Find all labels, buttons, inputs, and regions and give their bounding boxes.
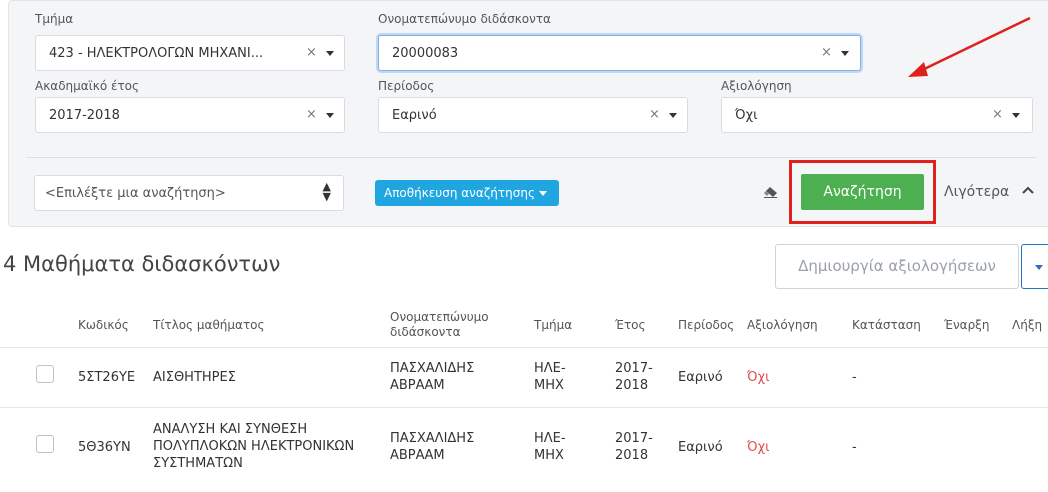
clear-icon[interactable]: × <box>649 107 660 122</box>
year-select[interactable]: 2017-2018 × <box>35 97 345 133</box>
clear-icon[interactable]: × <box>306 45 317 60</box>
cell-period: Εαρινό <box>678 370 723 385</box>
save-search-button[interactable]: Αποθήκευση αναζήτησης <box>375 180 559 206</box>
header-status: Κατάσταση <box>852 318 921 332</box>
instructor-select[interactable]: 20000083 × <box>378 35 861 71</box>
table-row[interactable]: 5ΣΤ26ΥΕ ΑΙΣΘΗΤΗΡΕΣ ΠΑΣΧΑΛΙΔΗΣ ΑΒΡΑΑΜ ΗΛΕ… <box>0 347 1048 407</box>
cell-status: - <box>852 440 857 455</box>
header-instructor: Ονοματεπώνυμο διδάσκοντα <box>390 310 489 339</box>
header-evaluation: Αξιολόγηση <box>747 318 818 332</box>
period-value: Εαρινό <box>392 108 437 123</box>
toggle-filters-label: Λιγότερα <box>944 184 1010 200</box>
row-checkbox[interactable] <box>36 435 54 453</box>
evaluation-value: Όχι <box>735 108 758 123</box>
cell-evaluation: Όχι <box>747 370 770 385</box>
cell-instructor: ΠΑΣΧΑΛΙΔΗΣ ΑΒΡΑΑΜ <box>390 361 475 393</box>
cell-evaluation: Όχι <box>747 440 770 455</box>
department-select[interactable]: 423 - ΗΛΕΚΤΡΟΛΟΓΩΝ ΜΗΧΑΝΙ... × <box>35 35 345 71</box>
clear-icon[interactable]: × <box>306 107 317 122</box>
search-button[interactable]: Αναζήτηση <box>801 174 924 210</box>
cell-status: - <box>852 370 857 385</box>
header-title: Τίτλος μαθήματος <box>153 318 265 332</box>
divider <box>26 157 1036 158</box>
table-row[interactable]: 5Θ36ΥΝ ΑΝΑΛΥΣΗ ΚΑΙ ΣΥΝΘΕΣΗ ΠΟΛΥΠΛΟΚΩΝ ΗΛ… <box>0 407 1048 487</box>
header-period: Περίοδος <box>678 318 735 332</box>
year-value: 2017-2018 <box>49 108 120 123</box>
instructor-label: Ονοματεπώνυμο διδάσκοντα <box>378 12 551 26</box>
cell-year: 2017-2018 <box>615 361 653 393</box>
cell-title: ΑΝΑΛΥΣΗ ΚΑΙ ΣΥΝΘΕΣΗ ΠΟΛΥΠΛΟΚΩΝ ΗΛΕΚΤΡΟΝΙ… <box>153 422 355 471</box>
period-label: Περίοδος <box>378 79 435 93</box>
year-label: Ακαδημαϊκό έτος <box>35 79 140 93</box>
save-search-label: Αποθήκευση αναζήτησης <box>384 186 535 200</box>
evaluation-select[interactable]: Όχι × <box>721 97 1033 133</box>
chevron-up-icon <box>1022 186 1034 194</box>
cell-department: ΗΛΕ-ΜΗΧ <box>534 361 566 393</box>
instructor-value: 20000083 <box>392 46 459 61</box>
header-start: Έναρξη <box>944 318 990 332</box>
header-department: Τμήμα <box>534 318 573 332</box>
chevron-down-icon[interactable] <box>1012 113 1020 118</box>
department-value: 423 - ΗΛΕΚΤΡΟΛΟΓΩΝ ΜΗΧΑΝΙ... <box>49 46 264 61</box>
header-code: Κωδικός <box>78 318 129 332</box>
chevron-down-icon[interactable] <box>326 113 334 118</box>
chevron-down-icon[interactable] <box>841 51 849 56</box>
header-end: Λήξη <box>1012 318 1043 332</box>
row-checkbox[interactable] <box>36 365 54 383</box>
evaluation-label: Αξιολόγηση <box>721 79 792 93</box>
saved-search-placeholder: <Επιλέξτε μια αναζήτηση> <box>45 186 226 201</box>
saved-search-select[interactable]: <Επιλέξτε μια αναζήτηση> ▲ ▼ <box>34 175 344 211</box>
chevron-down-icon <box>1035 265 1043 270</box>
cell-title: ΑΙΣΘΗΤΗΡΕΣ <box>153 370 236 385</box>
chevron-down-icon[interactable] <box>326 51 334 56</box>
clear-icon[interactable]: × <box>821 45 832 60</box>
create-evaluations-dropdown[interactable] <box>1021 244 1048 289</box>
page-title: 4 Μαθήματα διδασκόντων <box>3 252 281 276</box>
chevron-down-icon[interactable] <box>539 191 547 196</box>
sort-updown-icon: ▲ ▼ <box>322 180 331 203</box>
department-label: Τμήμα <box>35 12 74 26</box>
chevron-down-icon[interactable] <box>669 113 677 118</box>
annotation-arrow <box>908 16 1031 77</box>
cell-department: ΗΛΕ-ΜΗΧ <box>534 431 566 463</box>
create-evaluations-button[interactable]: Δημιουργία αξιολογήσεων <box>775 244 1019 289</box>
eraser-icon[interactable] <box>764 186 778 198</box>
cell-instructor: ΠΑΣΧΑΛΙΔΗΣ ΑΒΡΑΑΜ <box>390 431 475 463</box>
clear-icon[interactable]: × <box>992 107 1003 122</box>
cell-year: 2017-2018 <box>615 431 653 463</box>
period-select[interactable]: Εαρινό × <box>378 97 688 133</box>
cell-code: 5ΣΤ26ΥΕ <box>78 370 136 385</box>
cell-period: Εαρινό <box>678 440 723 455</box>
header-year: Έτος <box>615 318 646 332</box>
toggle-filters-link[interactable]: Λιγότερα <box>944 184 1034 200</box>
cell-code: 5Θ36ΥΝ <box>78 440 131 455</box>
